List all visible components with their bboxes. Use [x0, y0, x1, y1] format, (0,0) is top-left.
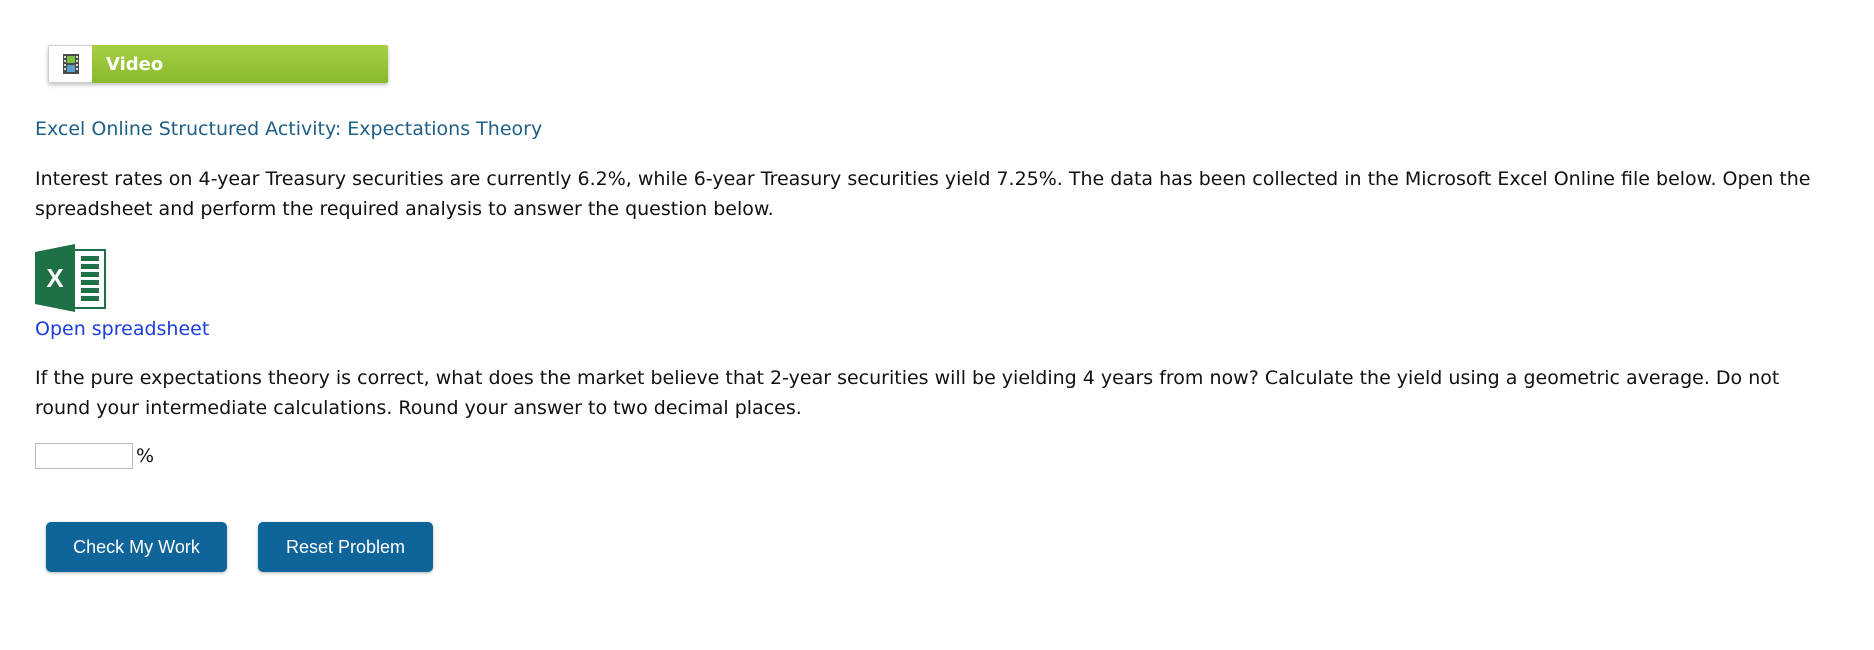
video-label[interactable]: Video	[92, 45, 388, 83]
intro-text: Interest rates on 4-year Treasury securi…	[35, 168, 1811, 220]
page: Video Excel Online Structured Activity: …	[0, 0, 1874, 650]
film-icon	[62, 54, 79, 74]
video-icon-box	[48, 45, 92, 83]
video-button[interactable]: Video	[48, 45, 388, 83]
excel-icon[interactable]: X	[35, 244, 107, 312]
answer-input[interactable]	[35, 443, 133, 469]
check-my-work-button[interactable]: Check My Work	[46, 522, 227, 572]
percent-unit: %	[136, 445, 155, 467]
svg-text:X: X	[46, 263, 64, 293]
answer-row: %	[35, 443, 154, 469]
reset-problem-button[interactable]: Reset Problem	[258, 522, 433, 572]
open-spreadsheet-link[interactable]: Open spreadsheet	[35, 318, 209, 340]
activity-title: Excel Online Structured Activity: Expect…	[35, 118, 543, 140]
question-text: If the pure expectations theory is corre…	[35, 367, 1780, 419]
